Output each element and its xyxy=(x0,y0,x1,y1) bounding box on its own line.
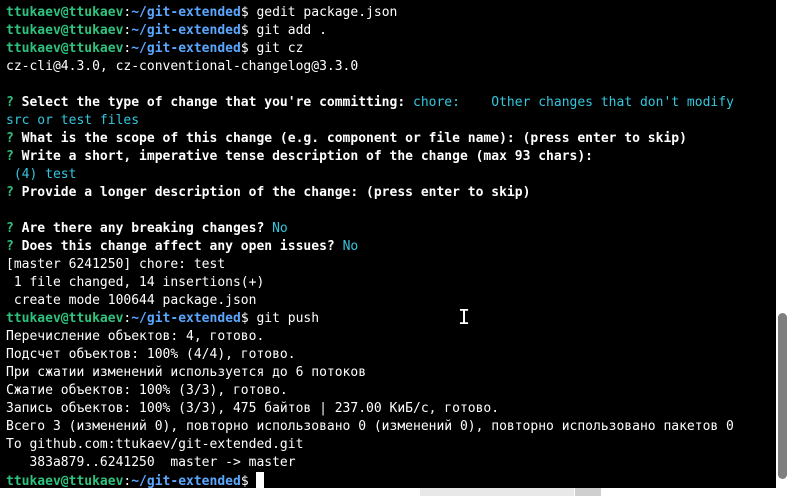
question-text: What is the scope of this change (e.g. c… xyxy=(21,131,687,146)
background-window-segment xyxy=(575,488,601,496)
prompt-path: ~/git-extended xyxy=(131,474,241,488)
output-text: 383a879..6241250 master -> master xyxy=(6,455,296,470)
prompt-symbol: $ xyxy=(240,23,257,38)
terminal-line: ? What is the scope of this change (e.g.… xyxy=(6,130,776,148)
output-text: Сжатие объектов: 100% (3/3), готово. xyxy=(6,383,288,398)
question-text: Does this change affect any open issues? xyxy=(21,239,343,254)
terminal-line: ttukaev@ttukaev:~/git-extended$ git add … xyxy=(6,22,776,40)
background-window-strip xyxy=(0,488,794,496)
terminal-line: ? Are there any breaking changes? No xyxy=(6,220,776,238)
output-text: При сжатии изменений используется до 6 п… xyxy=(6,365,367,380)
terminal-line: Перечисление объектов: 4, готово. xyxy=(6,328,776,346)
prompt-user-host: ttukaev@ttukaev xyxy=(6,5,124,20)
command-text: git add . xyxy=(256,23,327,38)
output-text: Всего 3 (изменений 0), повторно использо… xyxy=(6,419,734,434)
terminal-line: ttukaev@ttukaev:~/git-extended$ git push xyxy=(6,310,776,328)
terminal-line: Сжатие объектов: 100% (3/3), готово. xyxy=(6,382,776,400)
scrollbar-thumb[interactable] xyxy=(778,313,787,479)
question-mark: ? xyxy=(6,239,22,254)
prompt-symbol: $ xyxy=(240,41,257,56)
question-text: Select the type of change that you're co… xyxy=(21,95,413,110)
terminal-line: src or test files xyxy=(6,112,776,130)
background-window-segment xyxy=(420,488,574,496)
prompt-user-host: ttukaev@ttukaev xyxy=(6,474,124,488)
output-text: Перечисление объектов: 4, готово. xyxy=(6,329,265,344)
terminal-line: Подсчет объектов: 100% (4/4), готово. xyxy=(6,346,776,364)
terminal-line: 383a879..6241250 master -> master xyxy=(6,454,776,472)
terminal-line: ? Provide a longer description of the ch… xyxy=(6,184,776,202)
question-mark: ? xyxy=(6,221,22,236)
output-text: 1 file changed, 14 insertions(+) xyxy=(6,275,265,290)
terminal-window[interactable]: ttukaev@ttukaev:~/git-extended$ gedit pa… xyxy=(0,0,776,488)
terminal-line: To github.com:ttukaev/git-extended.git xyxy=(6,436,776,454)
terminal-cursor xyxy=(256,472,265,488)
terminal-line: ? Select the type of change that you're … xyxy=(6,94,776,112)
question-mark: ? xyxy=(6,95,22,110)
output-text: To github.com:ttukaev/git-extended.git xyxy=(6,437,304,452)
output-text: Запись объектов: 100% (3/3), 475 байтов … xyxy=(6,401,500,416)
command-text: gedit package.json xyxy=(256,5,398,20)
prompt-user-host: ttukaev@ttukaev xyxy=(6,41,124,56)
question-answer: No xyxy=(342,239,359,254)
question-text: Write a short, imperative tense descript… xyxy=(21,149,594,164)
prompt-symbol: $ xyxy=(240,474,257,488)
prompt-symbol: $ xyxy=(240,311,257,326)
question-mark: ? xyxy=(6,149,22,164)
terminal-line: ttukaev@ttukaev:~/git-extended$ git cz xyxy=(6,40,776,58)
terminal-line: ttukaev@ttukaev:~/git-extended$ xyxy=(6,472,776,488)
prompt-path: ~/git-extended xyxy=(131,23,241,38)
terminal-line: При сжатии изменений используется до 6 п… xyxy=(6,364,776,382)
question-answer: chore: Other changes that don't modify xyxy=(413,95,734,110)
terminal-line: Запись объектов: 100% (3/3), 475 байтов … xyxy=(6,400,776,418)
terminal-output: ttukaev@ttukaev:~/git-extended$ gedit pa… xyxy=(6,4,776,488)
output-text: create mode 100644 package.json xyxy=(6,293,257,308)
output-text: cz-cli@4.3.0, cz-conventional-changelog@… xyxy=(6,59,359,74)
question-mark: ? xyxy=(6,131,22,146)
prompt-user-host: ttukaev@ttukaev xyxy=(6,23,124,38)
answer-text: (4) test xyxy=(6,167,77,182)
prompt-path: ~/git-extended xyxy=(131,311,241,326)
text-cursor-icon: I xyxy=(457,305,471,329)
output-text: Подсчет объектов: 100% (4/4), готово. xyxy=(6,347,296,362)
terminal-line: Всего 3 (изменений 0), повторно использо… xyxy=(6,418,776,436)
terminal-line: ? Does this change affect any open issue… xyxy=(6,238,776,256)
prompt-path: ~/git-extended xyxy=(131,5,241,20)
terminal-line: ttukaev@ttukaev:~/git-extended$ gedit pa… xyxy=(6,4,776,22)
question-text: Are there any breaking changes? xyxy=(21,221,273,236)
prompt-path: ~/git-extended xyxy=(131,41,241,56)
terminal-line: (4) test xyxy=(6,166,776,184)
terminal-line: ? Write a short, imperative tense descri… xyxy=(6,148,776,166)
question-text: Provide a longer description of the chan… xyxy=(21,185,531,200)
prompt-user-host: ttukaev@ttukaev xyxy=(6,311,124,326)
prompt-symbol: $ xyxy=(240,5,257,20)
command-text: git cz xyxy=(256,41,304,56)
question-answer: No xyxy=(272,221,288,236)
terminal-line: create mode 100644 package.json xyxy=(6,292,776,310)
output-text: [master 6241250] chore: test xyxy=(6,257,226,272)
terminal-line: cz-cli@4.3.0, cz-conventional-changelog@… xyxy=(6,58,776,76)
command-text: git push xyxy=(256,311,320,326)
question-mark: ? xyxy=(6,185,22,200)
terminal-line: [master 6241250] chore: test xyxy=(6,256,776,274)
answer-text: src or test files xyxy=(6,113,140,128)
terminal-line: 1 file changed, 14 insertions(+) xyxy=(6,274,776,292)
